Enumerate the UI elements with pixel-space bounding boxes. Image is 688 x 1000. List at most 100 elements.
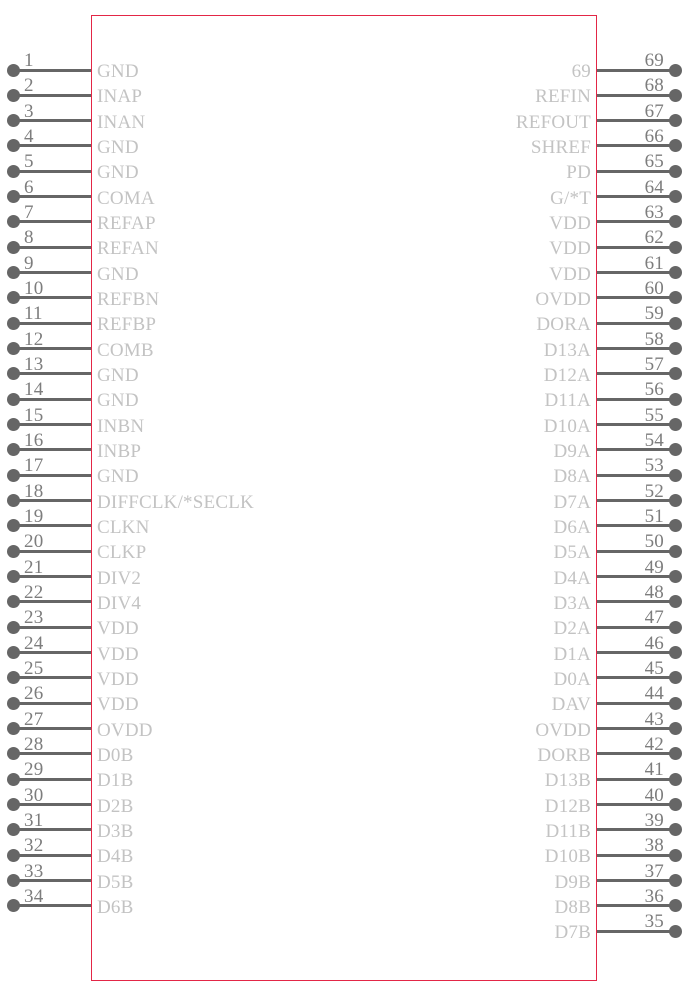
pin-terminal-38[interactable] xyxy=(668,848,682,862)
pin-number-8: 8 xyxy=(24,227,34,249)
pin-number-10: 10 xyxy=(24,277,44,299)
pin-terminal-37[interactable] xyxy=(668,874,682,888)
pin-terminal-40[interactable] xyxy=(668,798,682,812)
pin-terminal-52[interactable] xyxy=(668,494,682,508)
pin-terminal-45[interactable] xyxy=(668,671,682,685)
pin-number-45: 45 xyxy=(644,657,664,679)
pin-terminal-59[interactable] xyxy=(668,316,682,330)
pin-number-69: 69 xyxy=(644,50,664,71)
pin-terminal-9[interactable] xyxy=(6,266,20,280)
pin-terminal-28[interactable] xyxy=(6,747,20,761)
pin-number-56: 56 xyxy=(644,379,664,401)
pin-terminal-46[interactable] xyxy=(668,646,682,660)
pin-number-36: 36 xyxy=(644,885,664,907)
pin-name-29: D1B xyxy=(97,770,134,792)
pin-terminal-11[interactable] xyxy=(6,316,20,330)
pin-terminal-13[interactable] xyxy=(6,367,20,381)
pin-terminal-23[interactable] xyxy=(6,620,20,634)
pin-terminal-17[interactable] xyxy=(6,468,20,482)
pin-terminal-68[interactable] xyxy=(668,88,682,102)
pin-terminal-48[interactable] xyxy=(668,595,682,609)
pin-number-40: 40 xyxy=(644,784,664,806)
pin-number-47: 47 xyxy=(644,607,664,629)
pin-terminal-14[interactable] xyxy=(6,392,20,406)
pin-terminal-49[interactable] xyxy=(668,570,682,584)
pin-terminal-43[interactable] xyxy=(668,722,682,736)
pin-number-57: 57 xyxy=(644,353,664,375)
pin-number-21: 21 xyxy=(24,556,44,578)
pin-terminal-21[interactable] xyxy=(6,570,20,584)
pin-terminal-24[interactable] xyxy=(6,646,20,660)
pin-terminal-26[interactable] xyxy=(6,696,20,710)
pin-name-4: GND xyxy=(97,136,139,158)
pin-terminal-64[interactable] xyxy=(668,190,682,204)
pin-name-33: D5B xyxy=(97,871,134,893)
pinout-diagram: 1 GND 2 INAP 3 INAN 4 GND 5 GND 6 COMA 7 REFAP 8 REFAN 9… xyxy=(0,0,688,1000)
pin-name-27: OVDD xyxy=(97,719,153,741)
pin-number-7: 7 xyxy=(24,201,34,223)
pin-number-43: 43 xyxy=(644,708,664,730)
pin-terminal-39[interactable] xyxy=(668,823,682,837)
pin-terminal-55[interactable] xyxy=(668,418,682,432)
pin-terminal-7[interactable] xyxy=(6,215,20,229)
pin-terminal-36[interactable] xyxy=(668,899,682,913)
pin-terminal-30[interactable] xyxy=(6,798,20,812)
pin-terminal-67[interactable] xyxy=(668,114,682,128)
pin-terminal-3[interactable] xyxy=(6,114,20,128)
pin-number-23: 23 xyxy=(24,607,44,629)
pin-terminal-62[interactable] xyxy=(668,240,682,254)
pin-terminal-65[interactable] xyxy=(668,164,682,178)
pin-terminal-57[interactable] xyxy=(668,367,682,381)
pin-name-46: D1A xyxy=(553,643,591,665)
pin-terminal-25[interactable] xyxy=(6,671,20,685)
pin-terminal-20[interactable] xyxy=(6,544,20,558)
pin-terminal-8[interactable] xyxy=(6,240,20,254)
pin-terminal-35[interactable] xyxy=(668,924,682,938)
pin-name-57: D12A xyxy=(543,364,591,386)
pin-terminal-10[interactable] xyxy=(6,291,20,305)
pin-terminal-12[interactable] xyxy=(6,342,20,356)
pin-terminal-50[interactable] xyxy=(668,544,682,558)
pin-terminal-1[interactable] xyxy=(6,63,20,77)
pin-terminal-66[interactable] xyxy=(668,139,682,153)
pin-number-48: 48 xyxy=(644,581,664,603)
pin-terminal-33[interactable] xyxy=(6,874,20,888)
pin-name-47: D2A xyxy=(553,618,591,640)
pin-terminal-31[interactable] xyxy=(6,823,20,837)
pin-terminal-54[interactable] xyxy=(668,443,682,457)
pin-name-7: REFAP xyxy=(97,212,156,234)
pin-terminal-22[interactable] xyxy=(6,595,20,609)
pin-terminal-44[interactable] xyxy=(668,696,682,710)
pin-terminal-51[interactable] xyxy=(668,519,682,533)
pin-terminal-69[interactable] xyxy=(668,63,682,77)
pin-terminal-60[interactable] xyxy=(668,291,682,305)
pin-name-31: D3B xyxy=(97,820,134,842)
pin-terminal-63[interactable] xyxy=(668,215,682,229)
pin-terminal-58[interactable] xyxy=(668,342,682,356)
pin-name-39: D11B xyxy=(545,820,591,842)
pin-terminal-56[interactable] xyxy=(668,392,682,406)
pin-terminal-4[interactable] xyxy=(6,139,20,153)
pin-terminal-47[interactable] xyxy=(668,620,682,634)
pin-terminal-16[interactable] xyxy=(6,443,20,457)
pin-terminal-42[interactable] xyxy=(668,747,682,761)
pin-terminal-18[interactable] xyxy=(6,494,20,508)
pin-terminal-5[interactable] xyxy=(6,164,20,178)
pin-terminal-19[interactable] xyxy=(6,519,20,533)
pin-number-62: 62 xyxy=(644,227,664,249)
pin-name-49: D4A xyxy=(553,567,591,589)
pin-terminal-29[interactable] xyxy=(6,772,20,786)
pin-name-66: SHREF xyxy=(530,136,591,158)
pin-number-33: 33 xyxy=(24,860,44,882)
pin-number-16: 16 xyxy=(24,429,44,451)
pin-terminal-15[interactable] xyxy=(6,418,20,432)
pin-terminal-34[interactable] xyxy=(6,899,20,913)
pin-terminal-2[interactable] xyxy=(6,88,20,102)
pin-terminal-53[interactable] xyxy=(668,468,682,482)
pin-terminal-6[interactable] xyxy=(6,190,20,204)
pin-terminal-27[interactable] xyxy=(6,722,20,736)
pin-terminal-61[interactable] xyxy=(668,266,682,280)
pin-name-20: CLKP xyxy=(97,542,147,564)
pin-terminal-32[interactable] xyxy=(6,848,20,862)
pin-terminal-41[interactable] xyxy=(668,772,682,786)
